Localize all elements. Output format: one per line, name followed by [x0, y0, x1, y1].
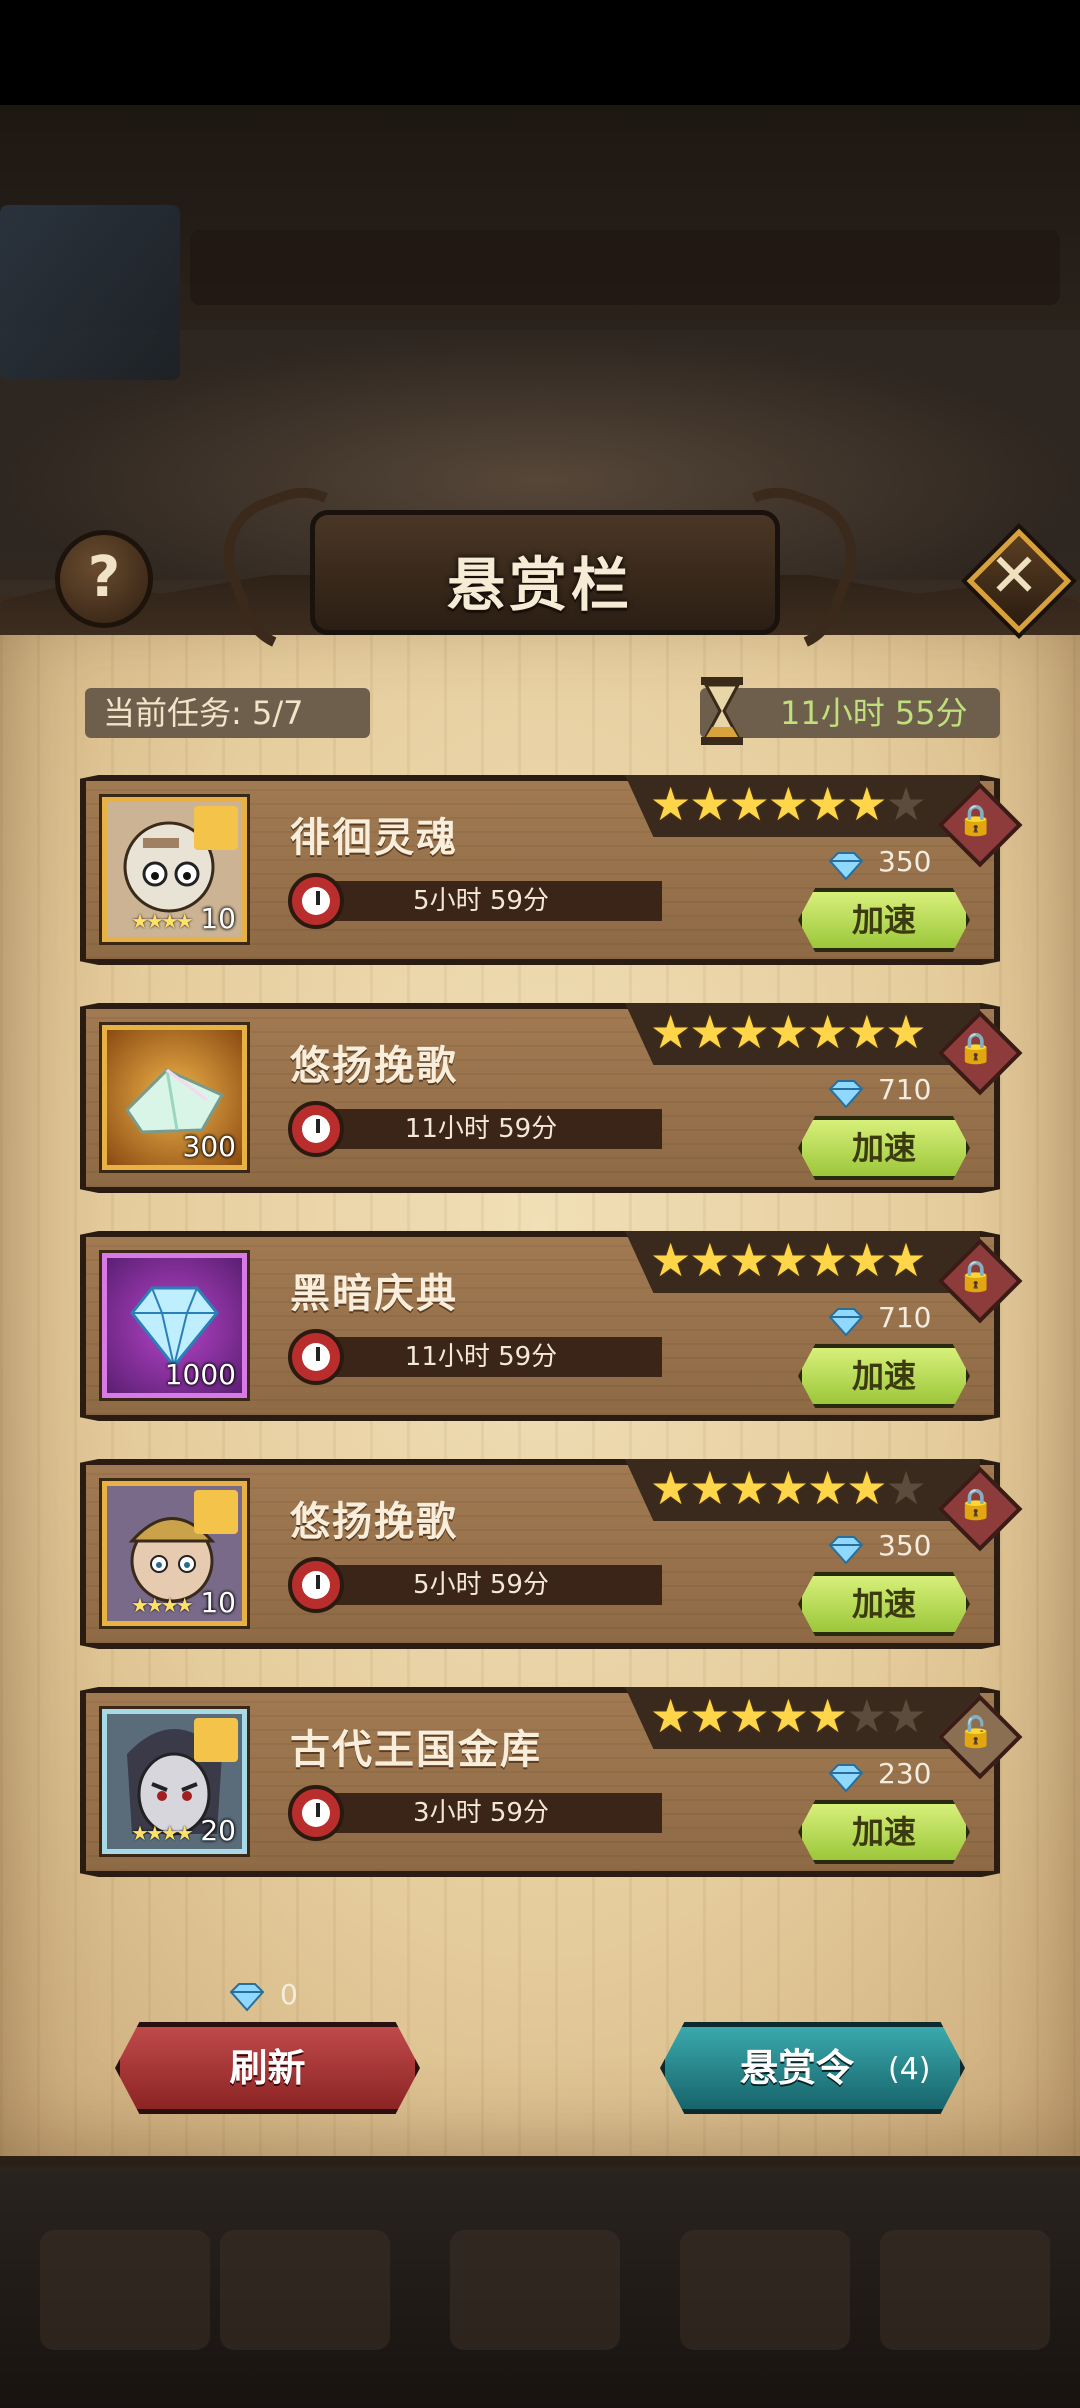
lock-icon: 🔒	[957, 803, 995, 838]
speedup-cost: 710	[878, 1073, 932, 1106]
speedup-cost: 350	[878, 845, 932, 878]
speedup-label: 加速	[851, 901, 916, 939]
reward-level: 10	[200, 1586, 236, 1619]
unlock-button[interactable]: 🔓	[937, 1694, 1023, 1780]
task-time: 11小时 59分	[404, 1342, 558, 1372]
title-plate: 悬赏栏	[206, 470, 874, 670]
task-card[interactable]: ★★★★★★★ 🔓 ★★★★ 20 古代王国金库 3小时 59分 230 加速	[80, 1687, 1023, 1877]
speedup-label: 加速	[851, 1813, 916, 1851]
clock-icon	[288, 1101, 344, 1157]
lock-button[interactable]: 🔒	[937, 782, 1023, 868]
task-time: 11小时 59分	[404, 1114, 558, 1144]
reward-icon[interactable]: 1000	[102, 1253, 247, 1398]
bounty-order-count: (4)	[888, 2052, 931, 2087]
task-time: 5小时 59分	[413, 1570, 549, 1600]
task-stars: ★★★★★★★	[650, 1005, 927, 1059]
clock-icon	[288, 1329, 344, 1385]
reward-icon[interactable]: ★★★★ 20	[102, 1709, 247, 1854]
speedup-button[interactable]: 加速	[798, 888, 970, 952]
diamond-currency-icon	[828, 1536, 864, 1565]
question-icon: ?	[87, 545, 121, 610]
background-tab	[880, 2230, 1050, 2350]
reward-icon[interactable]: ★★★★ 10	[102, 1481, 247, 1626]
current-task-counter: 当前任务: 5/7	[85, 688, 370, 738]
task-time: 3小时 59分	[413, 1798, 549, 1828]
speedup-cost: 230	[878, 1757, 932, 1790]
reward-icon[interactable]: 300	[102, 1025, 247, 1170]
speedup-label: 加速	[851, 1129, 916, 1167]
task-stars: ★★★★★★★	[650, 777, 927, 831]
task-name: 古代王国金库	[290, 1727, 542, 1773]
hourglass-icon	[701, 677, 743, 745]
task-time: 5小时 59分	[413, 886, 549, 916]
background-tab	[450, 2230, 620, 2350]
bounty-order-label: 悬赏令	[740, 2046, 855, 2090]
speedup-label: 加速	[851, 1357, 916, 1395]
background-tab	[40, 2230, 210, 2350]
bounty-order-button[interactable]: 悬赏令 (4)	[660, 2022, 965, 2114]
lock-icon: 🔒	[957, 1487, 995, 1522]
close-icon: ✕	[988, 541, 1040, 611]
diamond-currency-icon	[828, 1764, 864, 1793]
help-button[interactable]: ?	[55, 530, 153, 628]
background-resource-bar	[190, 230, 1060, 305]
reward-icon[interactable]: ★★★★ 10	[102, 797, 247, 942]
mini-stars: ★★★★	[131, 909, 194, 933]
lock-icon: 🔒	[957, 1031, 995, 1066]
puzzle-badge-icon	[194, 806, 238, 850]
speedup-button[interactable]: 加速	[798, 1116, 970, 1180]
task-name: 悠扬挽歌	[290, 1043, 458, 1089]
diamond-currency-icon	[229, 1983, 265, 2012]
task-name: 徘徊灵魂	[290, 815, 458, 861]
task-stars: ★★★★★★★	[650, 1461, 927, 1515]
reward-level: 10	[200, 902, 236, 935]
reward-amount: 300	[182, 1130, 236, 1163]
lock-button[interactable]: 🔒	[937, 1466, 1023, 1552]
clock-icon	[288, 1557, 344, 1613]
speedup-cost: 350	[878, 1529, 932, 1562]
lock-button[interactable]: 🔒	[937, 1010, 1023, 1096]
task-name: 悠扬挽歌	[290, 1499, 458, 1545]
clock-icon	[288, 873, 344, 929]
close-button[interactable]: ✕	[966, 528, 1072, 634]
diamond-currency-icon	[828, 1308, 864, 1337]
unlock-icon: 🔓	[957, 1715, 995, 1750]
page-title: 悬赏栏	[446, 551, 633, 619]
task-card[interactable]: ★★★★★★★ 🔒 ★★★★ 10 徘徊灵魂 5小时 59分 350 加速	[80, 775, 1023, 965]
speedup-button[interactable]: 加速	[798, 1572, 970, 1636]
task-card[interactable]: ★★★★★★★ 🔒 1000 黑暗庆典 11小时 59分 710 加速	[80, 1231, 1023, 1421]
lock-button[interactable]: 🔒	[937, 1238, 1023, 1324]
diamond-currency-icon	[828, 852, 864, 881]
background-tab	[220, 2230, 390, 2350]
speedup-button[interactable]: 加速	[798, 1800, 970, 1864]
current-task-label: 当前任务:	[103, 694, 242, 732]
task-name: 黑暗庆典	[290, 1271, 458, 1317]
speedup-cost: 710	[878, 1301, 932, 1334]
refresh-button[interactable]: 刷新	[115, 2022, 420, 2114]
mini-stars: ★★★★	[131, 1821, 194, 1845]
task-stars: ★★★★★★★	[650, 1233, 927, 1287]
speedup-button[interactable]: 加速	[798, 1344, 970, 1408]
reward-amount: 1000	[164, 1358, 236, 1391]
speedup-label: 加速	[851, 1585, 916, 1623]
reward-level: 20	[200, 1814, 236, 1847]
puzzle-badge-icon	[194, 1490, 238, 1534]
current-task-value: 5/7	[251, 694, 304, 732]
clock-icon	[288, 1785, 344, 1841]
task-card[interactable]: ★★★★★★★ 🔒 ★★★★ 10 悠扬挽歌 5小时 59分 350 加速	[80, 1459, 1023, 1649]
task-card[interactable]: ★★★★★★★ 🔒 300 悠扬挽歌 11小时 59分 710 加速	[80, 1003, 1023, 1193]
task-stars: ★★★★★★★	[650, 1689, 927, 1743]
mini-stars: ★★★★	[131, 1593, 194, 1617]
background-avatar	[0, 205, 180, 380]
refresh-cost: 0	[280, 1978, 298, 2011]
lock-icon: 🔒	[957, 1259, 995, 1294]
background-tab	[680, 2230, 850, 2350]
refresh-timer: 11小时 55分	[780, 694, 968, 732]
puzzle-badge-icon	[194, 1718, 238, 1762]
diamond-currency-icon	[828, 1080, 864, 1109]
refresh-label: 刷新	[229, 2046, 306, 2090]
